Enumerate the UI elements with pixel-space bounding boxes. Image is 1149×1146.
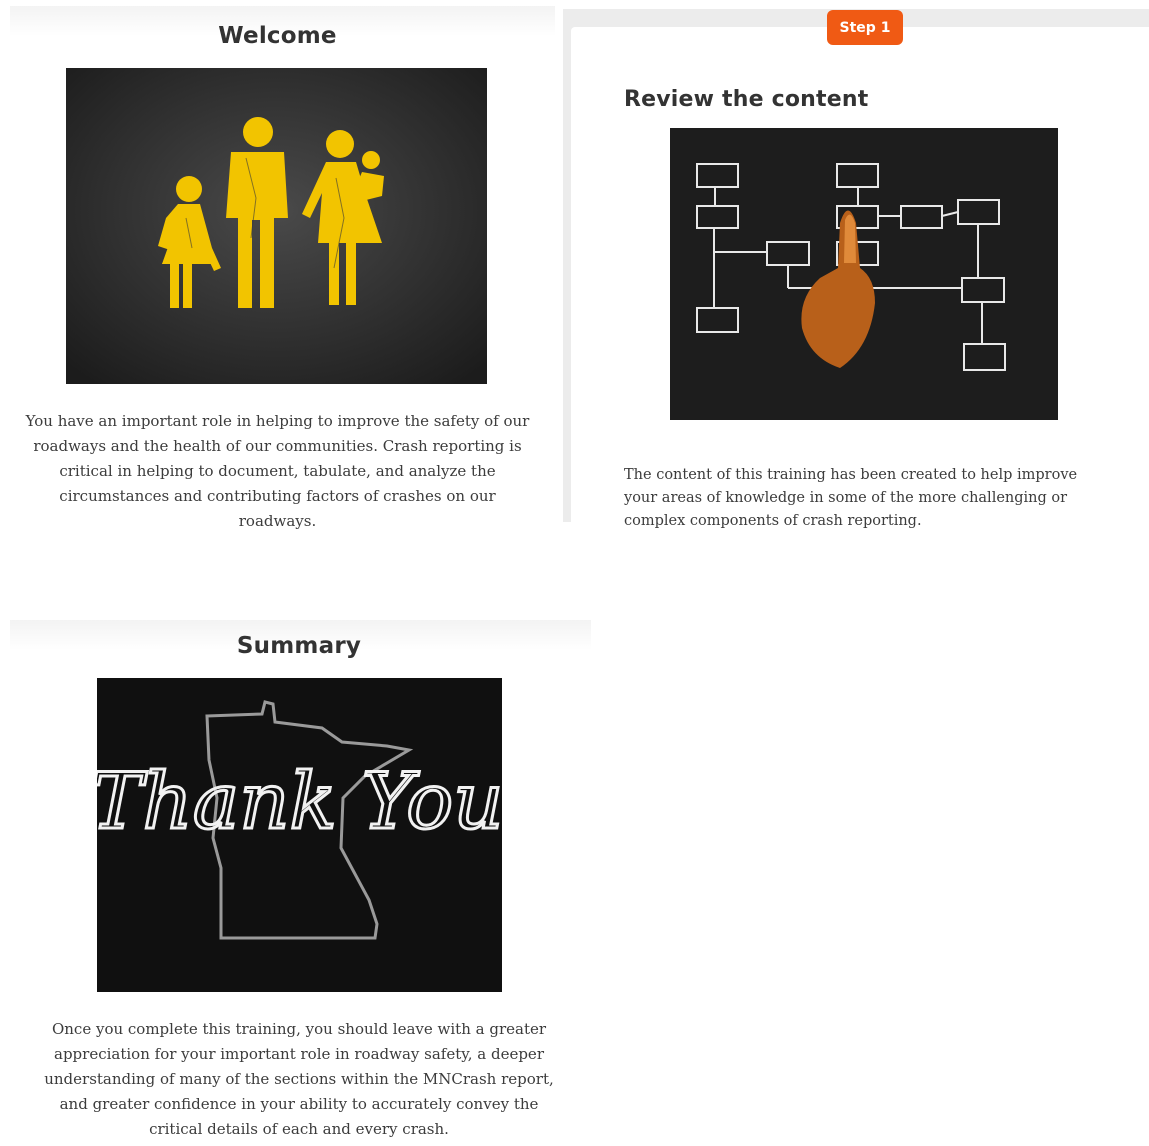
welcome-text: You have an important role in helping to… — [25, 412, 530, 530]
welcome-section: Welcome You have an important role in he… — [10, 6, 555, 530]
summary-title: Summary — [236, 633, 362, 659]
review-title: Review the content — [624, 87, 869, 112]
step-card: Review the content The content of this t… — [571, 27, 1149, 529]
review-text: The content of this training has been cr… — [624, 467, 1078, 529]
flowchart-hand-image — [670, 128, 1058, 420]
summary-section: Summary Thank You Once you complete this… — [10, 620, 591, 1146]
welcome-title: Welcome — [218, 23, 337, 49]
step-1-section: Review the content The content of this t… — [563, 9, 1149, 529]
thank-you-minnesota-image: Thank You — [97, 678, 502, 992]
family-road-marking-image — [66, 68, 487, 384]
step-badge: Step 1 — [827, 10, 903, 45]
summary-text: Once you complete this training, you sho… — [44, 1020, 554, 1138]
thank-you-text: Thank You — [97, 757, 502, 847]
